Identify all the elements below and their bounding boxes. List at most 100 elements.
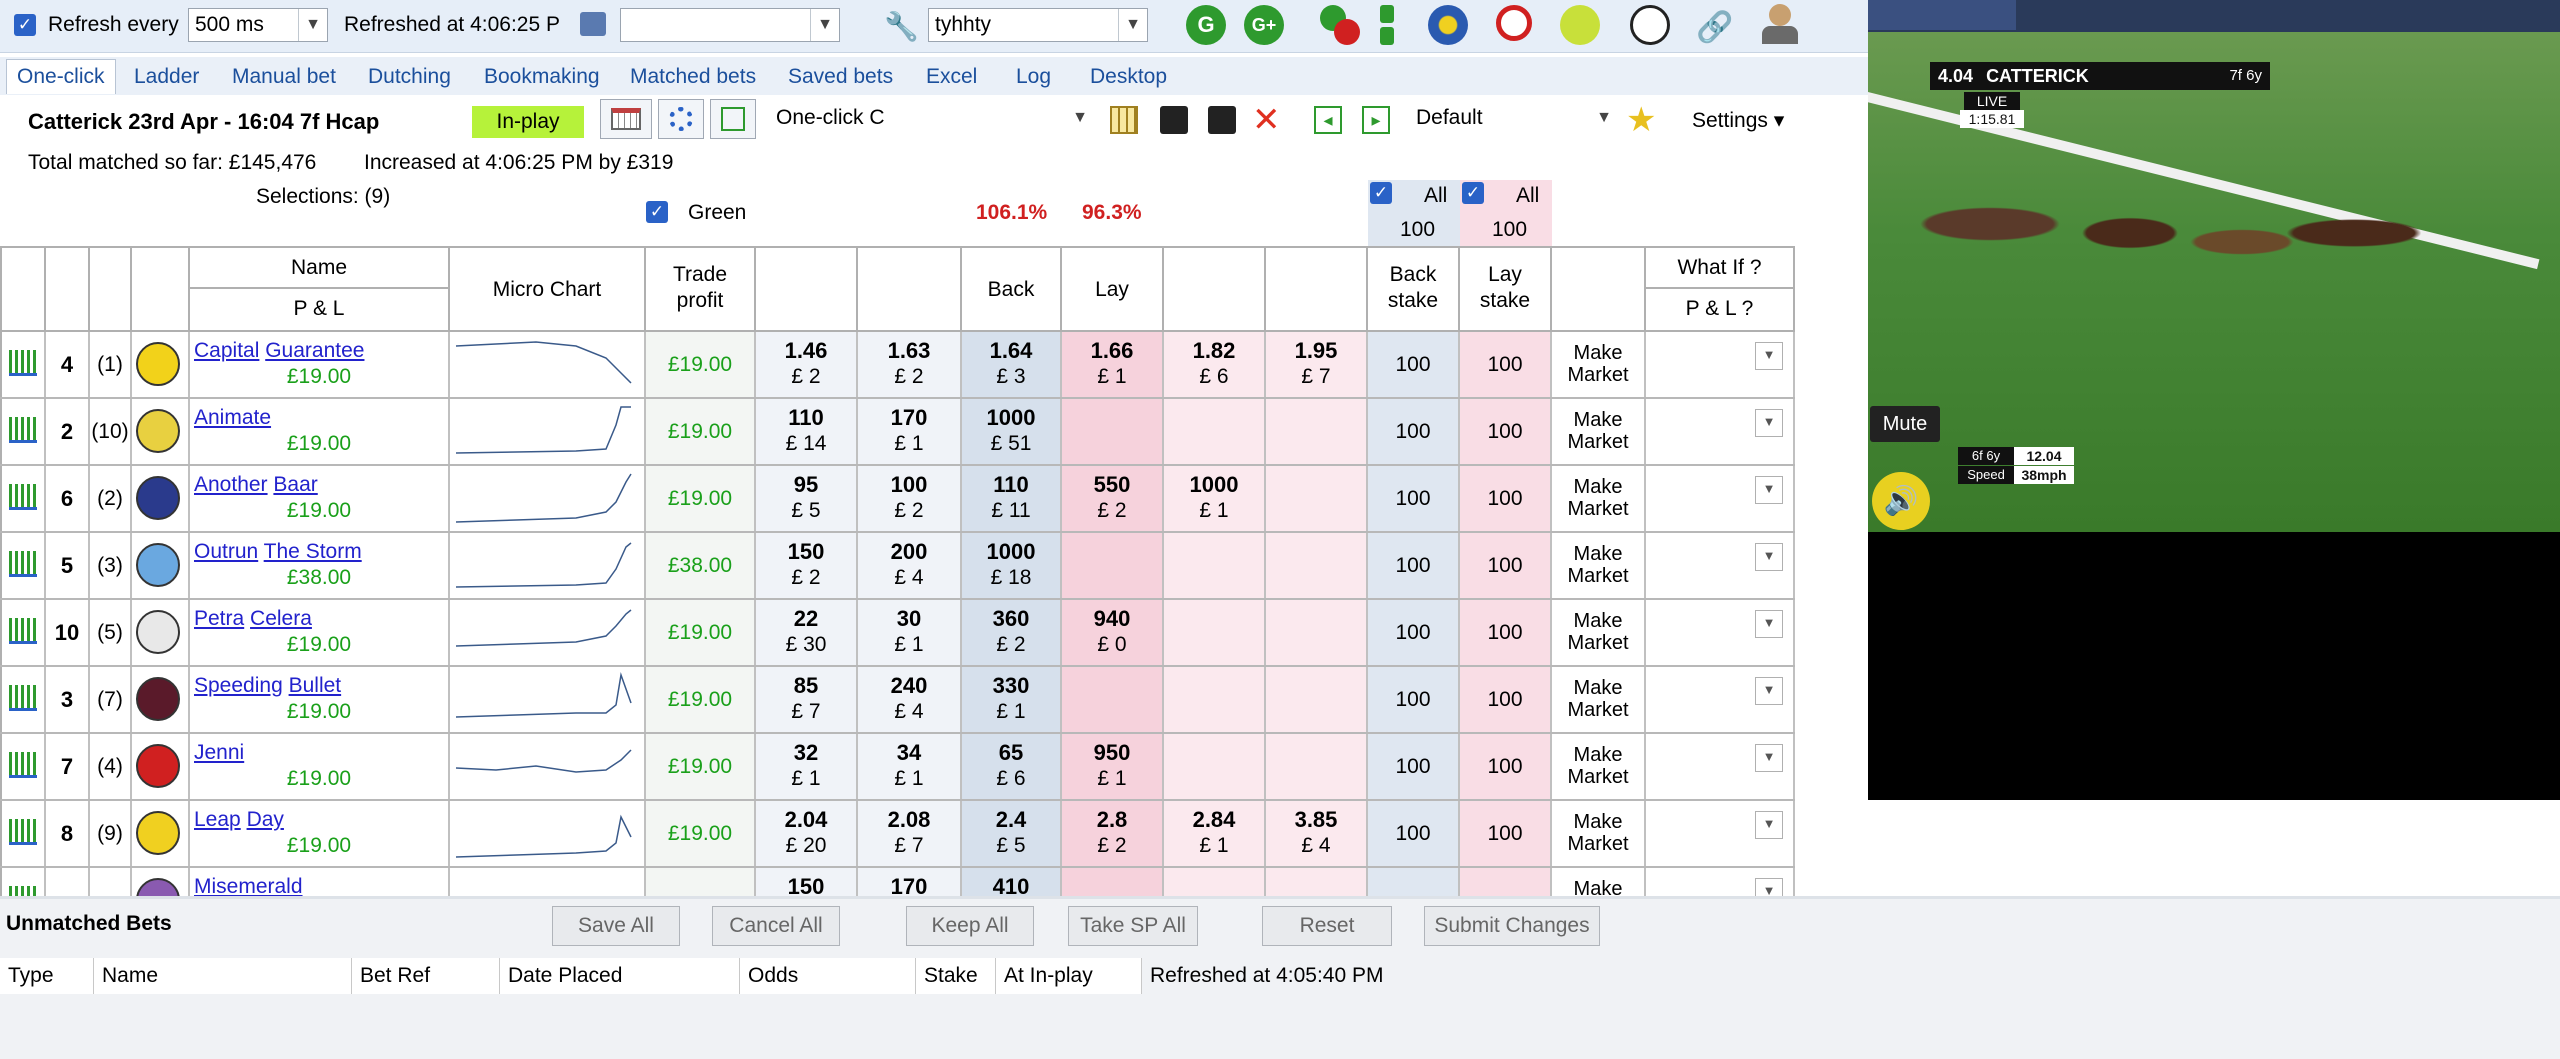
tennis-ball-icon[interactable] — [1560, 5, 1600, 45]
lay-stake[interactable]: 100 — [1460, 667, 1552, 732]
tab-one-click[interactable]: One-click — [6, 59, 116, 94]
back-stake[interactable]: 100 — [1368, 466, 1460, 531]
make-market-button[interactable]: Make Market — [1552, 667, 1646, 732]
tab-log[interactable]: Log — [1016, 65, 1051, 89]
runner-name-part[interactable]: The Storm — [264, 540, 362, 563]
runner-name[interactable]: Leap Day — [190, 801, 448, 833]
lay-price-2[interactable] — [1164, 667, 1266, 732]
trade-profit[interactable]: £19.00 — [646, 332, 756, 397]
runner-row[interactable]: 8 (9) Leap Day £19.00 £19.00 2.04 £ 20 2.… — [0, 801, 1795, 868]
chevron-down-icon[interactable]: ▼ — [1755, 811, 1783, 839]
runner-name[interactable]: Another Baar — [190, 466, 448, 498]
what-if-cell[interactable]: ▼ — [1646, 734, 1795, 799]
tab-ladder[interactable]: Ladder — [134, 65, 199, 89]
trade-profit[interactable]: £19.00 — [646, 801, 756, 866]
what-if-cell[interactable]: ▼ — [1646, 868, 1795, 896]
lay-price-2[interactable]: 1000 £ 1 — [1164, 466, 1266, 531]
back-price-2[interactable]: 34 £ 1 — [858, 734, 962, 799]
back-price-1[interactable]: 1000 £ 18 — [962, 533, 1062, 598]
runner-name-part[interactable]: Another — [194, 473, 268, 496]
runner-row[interactable]: 2 (10) Animate £19.00 £19.00 110 £ 14 170… — [0, 399, 1795, 466]
chevron-down-icon[interactable]: ▼ — [1755, 610, 1783, 638]
back-price-1[interactable]: 360 £ 2 — [962, 600, 1062, 665]
runner-row[interactable]: Misemerald 150 170 410 Make ▼ — [0, 868, 1795, 896]
lay-price-1[interactable]: 940 £ 0 — [1062, 600, 1164, 665]
wrench-icon[interactable]: 🔧 — [884, 10, 919, 43]
lay-price-3[interactable]: 1.95 £ 7 — [1266, 332, 1368, 397]
lay-price-2[interactable] — [1164, 533, 1266, 598]
lay-price-2[interactable]: 1.82 £ 6 — [1164, 332, 1266, 397]
profile-select[interactable]: tyhhty ▼ — [928, 8, 1148, 42]
lay-price-3[interactable]: 3.85 £ 4 — [1266, 801, 1368, 866]
make-market-button[interactable]: Make Market — [1552, 734, 1646, 799]
chart-icon[interactable] — [0, 466, 46, 531]
monitor-icon[interactable] — [580, 12, 606, 36]
chevron-down-icon[interactable]: ▼ — [1755, 342, 1783, 370]
lay-stake[interactable]: 100 — [1460, 734, 1552, 799]
save-all-icon[interactable] — [1208, 106, 1236, 134]
back-price-2[interactable]: 30 £ 1 — [858, 600, 962, 665]
lay-price-1[interactable]: 2.8 £ 2 — [1062, 801, 1164, 866]
what-if-cell[interactable]: ▼ — [1646, 801, 1795, 866]
video-tab-3[interactable] — [2168, 0, 2316, 30]
tab-dutching[interactable]: Dutching — [368, 65, 451, 89]
runner-row[interactable]: 5 (3) Outrun The Storm £38.00 £38.00 150 … — [0, 533, 1795, 600]
back-price-3[interactable]: 2.04 £ 20 — [756, 801, 858, 866]
lay-stake[interactable] — [1460, 868, 1552, 896]
back-stake[interactable]: 100 — [1368, 734, 1460, 799]
race-video-frame[interactable]: 4.04 CATTERICK 7f 6y LIVE 1:15.81 Mute 6… — [1868, 32, 2560, 532]
all-back-stake[interactable]: ✓ All 100 — [1368, 180, 1460, 246]
col-bet-ref[interactable]: Bet Ref — [352, 958, 500, 994]
what-if-cell[interactable]: ▼ — [1646, 332, 1795, 397]
tab-bookmaking[interactable]: Bookmaking — [484, 65, 600, 89]
what-if-cell[interactable]: ▼ — [1646, 667, 1795, 732]
make-market-button[interactable]: Make — [1552, 868, 1646, 896]
runner-name-part[interactable]: Misemerald — [194, 875, 303, 896]
lay-stake[interactable]: 100 — [1460, 533, 1552, 598]
chevron-down-icon[interactable]: ▼ — [1755, 744, 1783, 772]
col-type[interactable]: Type — [0, 958, 94, 994]
back-price-3[interactable]: 1.46 £ 2 — [756, 332, 858, 397]
tab-desktop[interactable]: Desktop — [1090, 65, 1167, 89]
runner-name-cell[interactable]: Another Baar £19.00 — [190, 466, 450, 531]
lay-price-1[interactable]: 950 £ 1 — [1062, 734, 1164, 799]
columns-icon[interactable] — [600, 99, 652, 139]
back-stake[interactable] — [1368, 868, 1460, 896]
gear-icon[interactable] — [658, 99, 704, 139]
reset-button[interactable]: Reset — [1262, 906, 1392, 946]
back-stake[interactable]: 100 — [1368, 332, 1460, 397]
runner-name-part[interactable]: Guarantee — [265, 339, 364, 362]
trade-profit[interactable]: £38.00 — [646, 533, 756, 598]
back-price-1[interactable]: 110 £ 11 — [962, 466, 1062, 531]
settings-menu[interactable]: Settings ▾ — [1692, 108, 1784, 133]
back-price-1[interactable]: 2.4 £ 5 — [962, 801, 1062, 866]
runner-name-cell[interactable]: Misemerald — [190, 868, 450, 896]
back-price-3[interactable]: 32 £ 1 — [756, 734, 858, 799]
account-select[interactable]: ▼ — [620, 8, 840, 42]
back-price-3[interactable]: 85 £ 7 — [756, 667, 858, 732]
keep-all-button[interactable]: Keep All — [906, 906, 1034, 946]
back-stake[interactable]: 100 — [1368, 667, 1460, 732]
col-at-in-play[interactable]: At In-play — [996, 958, 1142, 994]
refresh-checkbox[interactable]: ✓ — [14, 14, 36, 36]
back-price-2[interactable]: 240 £ 4 — [858, 667, 962, 732]
lay-price-3[interactable] — [1266, 734, 1368, 799]
back-price-3[interactable]: 22 £ 30 — [756, 600, 858, 665]
lay-price-2[interactable] — [1164, 600, 1266, 665]
back-price-2[interactable]: 170 £ 1 — [858, 399, 962, 464]
what-if-cell[interactable]: ▼ — [1646, 399, 1795, 464]
trade-profit[interactable]: £19.00 — [646, 466, 756, 531]
all-lay-stake[interactable]: ✓ All 100 — [1460, 180, 1552, 246]
back-price-2[interactable]: 170 — [858, 868, 962, 896]
stake-profile-select[interactable]: Default ▼ — [1410, 102, 1618, 136]
back-price-3[interactable]: 95 £ 5 — [756, 466, 858, 531]
video-tab-2[interactable] — [2018, 0, 2166, 30]
take-sp-all-button[interactable]: Take SP All — [1068, 906, 1198, 946]
runner-name-cell[interactable]: Jenni £19.00 — [190, 734, 450, 799]
runner-row[interactable]: 4 (1) Capital Guarantee £19.00 £19.00 1.4… — [0, 332, 1795, 399]
runner-name-part[interactable]: Bullet — [289, 674, 342, 697]
trade-profit[interactable]: £19.00 — [646, 600, 756, 665]
what-if-cell[interactable]: ▼ — [1646, 600, 1795, 665]
chart-icon[interactable] — [0, 399, 46, 464]
header-what-if[interactable]: What If ? — [1646, 246, 1795, 289]
